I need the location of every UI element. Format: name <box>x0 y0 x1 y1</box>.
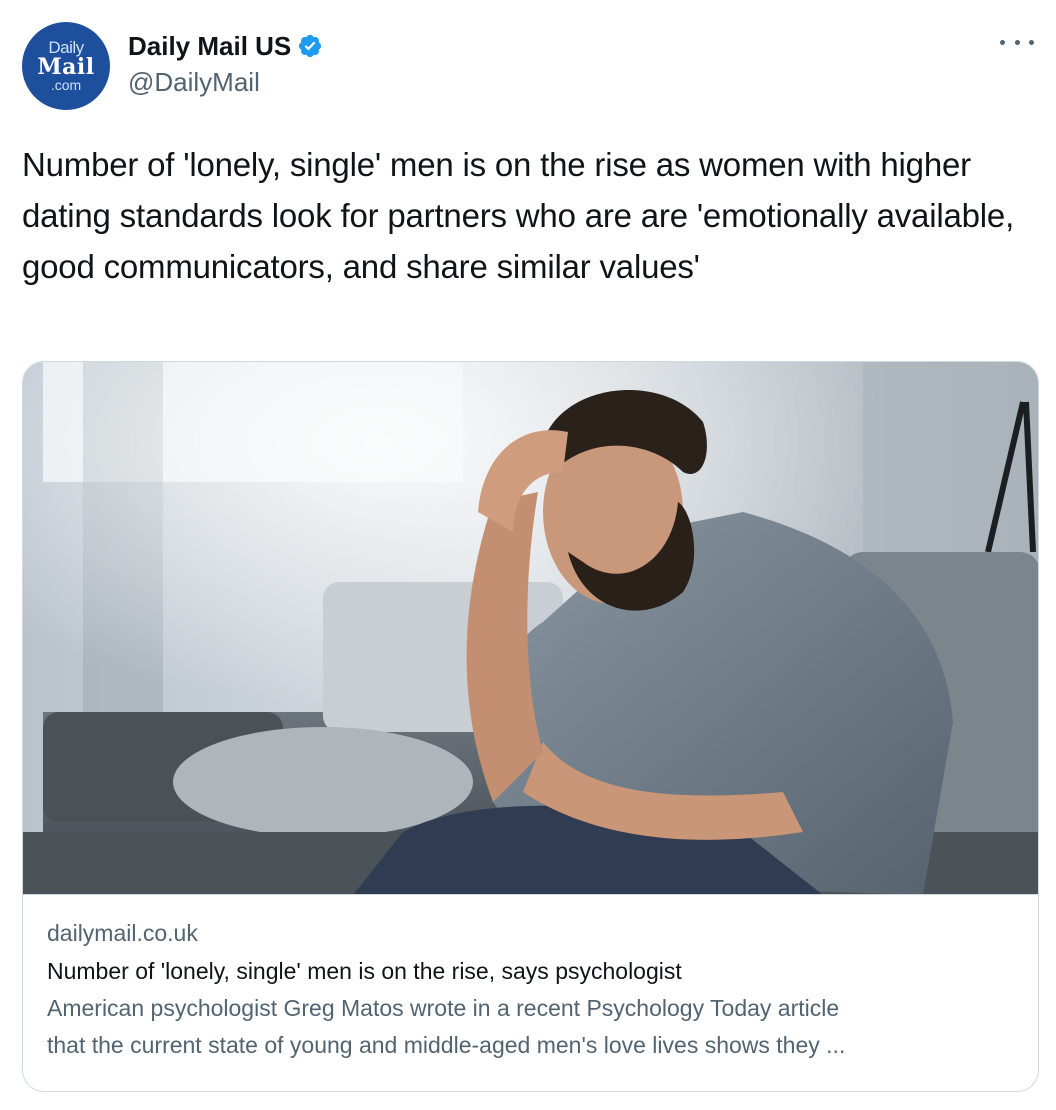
card-body: dailymail.co.uk Number of 'lonely, singl… <box>47 915 1017 1063</box>
card-image[interactable] <box>23 362 1038 895</box>
link-card[interactable]: dailymail.co.uk Number of 'lonely, singl… <box>22 361 1039 1092</box>
tweet-text: Number of 'lonely, single' men is on the… <box>22 146 1015 285</box>
more-horizontal-icon[interactable] <box>1000 32 1034 52</box>
card-description-line-2: that the current state of young and midd… <box>47 1032 846 1058</box>
more-dot <box>1000 39 1005 45</box>
card-title[interactable]: Number of 'lonely, single' men is on the… <box>47 953 1017 989</box>
verified-badge-icon <box>299 34 322 58</box>
avatar-text-mail: Mail <box>37 54 95 80</box>
card-domain: dailymail.co.uk <box>47 920 198 946</box>
more-dot <box>1014 39 1020 45</box>
display-name-link[interactable]: Daily Mail US <box>128 30 323 62</box>
tweet: Daily Mail .com Daily Mail US @DailyMail… <box>0 0 1056 1110</box>
author-info: Daily Mail US @DailyMail <box>128 30 323 99</box>
avatar-text-com: .com <box>50 77 82 93</box>
card-photo <box>23 362 1038 894</box>
avatar[interactable]: Daily Mail .com <box>22 22 110 110</box>
display-name: Daily Mail US <box>128 31 292 61</box>
card-description-line-1: American psychologist Greg Matos wrote i… <box>47 995 840 1021</box>
more-dot <box>1029 39 1034 45</box>
handle[interactable]: @DailyMail <box>128 65 323 99</box>
